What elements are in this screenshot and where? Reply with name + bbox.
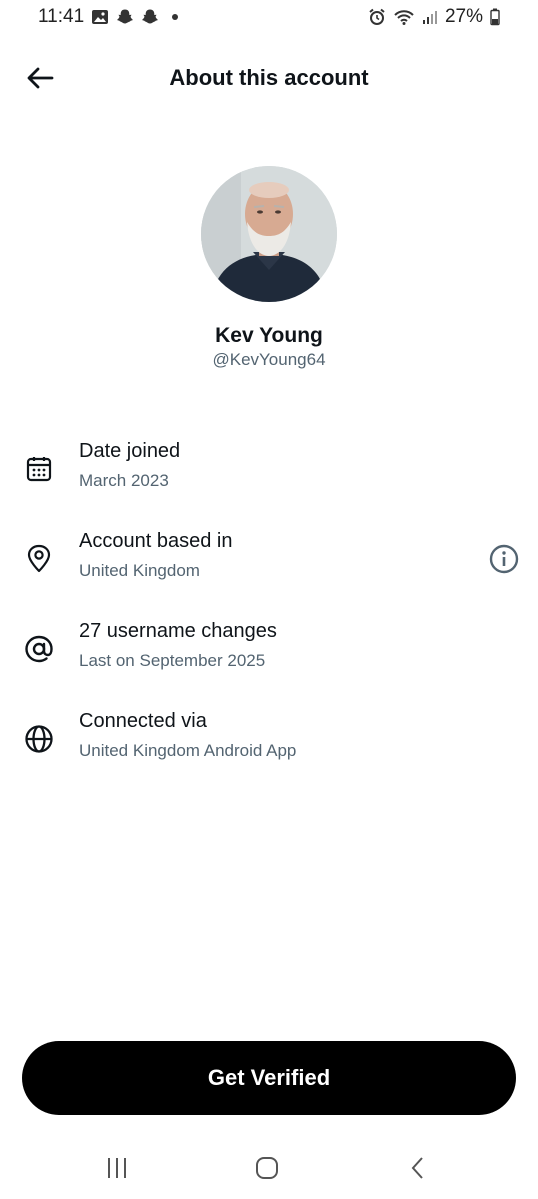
location-pin-icon	[24, 544, 54, 574]
recent-apps-button[interactable]	[97, 1154, 137, 1182]
recent-apps-icon	[108, 1158, 126, 1178]
system-back-button[interactable]	[399, 1154, 439, 1182]
wifi-icon	[393, 8, 415, 26]
row-connected-via: Connected via United Kingdom Android App	[0, 710, 538, 780]
battery-percent: 27%	[444, 6, 483, 27]
alarm-icon	[368, 8, 386, 26]
snapchat-icon	[141, 8, 159, 26]
calendar-icon	[24, 454, 54, 484]
info-button[interactable]	[488, 543, 520, 575]
row-title: Date joined	[79, 440, 181, 462]
get-verified-button[interactable]: Get Verified	[22, 1041, 516, 1115]
avatar	[201, 166, 337, 302]
page-title: About this account	[169, 65, 369, 90]
row-title: Account based in	[79, 530, 233, 552]
dot-icon	[172, 14, 179, 20]
display-name: Kev Young	[215, 324, 323, 347]
home-icon	[256, 1157, 278, 1179]
status-right: 27%	[368, 6, 500, 28]
back-icon	[411, 1157, 423, 1179]
gallery-icon	[91, 8, 109, 26]
row-subtitle: Last on September 2025	[79, 651, 266, 670]
username-handle: @KevYoung64	[212, 350, 326, 369]
row-account-based-in: Account based in United Kingdom	[0, 530, 538, 600]
battery-icon	[490, 8, 500, 26]
row-subtitle: March 2023	[79, 471, 169, 490]
row-subtitle: United Kingdom Android App	[79, 741, 297, 760]
status-time: 11:41	[38, 6, 85, 27]
snapchat-icon	[116, 8, 134, 26]
status-bar: 11:41 27%	[0, 0, 538, 34]
row-username-changes: 27 username changes Last on September 20…	[0, 620, 538, 690]
header: About this account	[0, 52, 538, 104]
globe-icon	[24, 724, 54, 754]
row-title: 27 username changes	[79, 620, 277, 642]
signal-icon	[422, 9, 438, 25]
row-title: Connected via	[79, 710, 207, 732]
row-subtitle: United Kingdom	[79, 561, 200, 580]
system-nav-bar	[0, 1140, 538, 1199]
at-sign-icon	[24, 634, 54, 664]
home-button[interactable]	[247, 1154, 287, 1182]
about-account-screen: 11:41 27% About this account Kev Young @…	[0, 0, 538, 1199]
status-left: 11:41	[38, 6, 179, 28]
row-date-joined: Date joined March 2023	[0, 440, 538, 510]
info-icon	[489, 544, 519, 574]
